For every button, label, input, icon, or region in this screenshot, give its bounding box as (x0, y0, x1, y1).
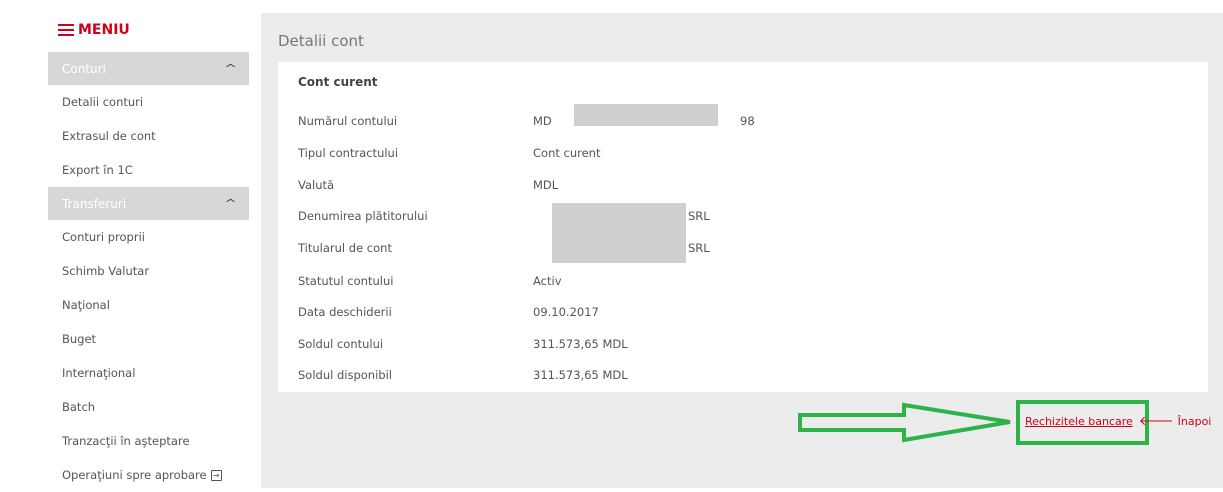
menu-toggle[interactable]: MENIU (58, 16, 130, 44)
sidebar-item-national[interactable]: Naţional (48, 288, 249, 322)
redacted-block (574, 104, 718, 126)
bank-requisites-link[interactable]: Rechizitele bancare (1025, 415, 1133, 428)
sidebar-item-schimb-valutar[interactable]: Schimb Valutar (48, 254, 249, 288)
menu-label: MENIU (78, 22, 130, 38)
sidebar-item-extrasul-de-cont[interactable]: Extrasul de cont (48, 119, 249, 153)
sidebar-item-international[interactable]: Internaţional (48, 356, 249, 390)
row-value-suffix: 98 (740, 114, 755, 128)
chevron-up-icon: ^ (223, 62, 237, 75)
back-link[interactable]: Înapoi (1178, 415, 1212, 428)
action-links: Rechizitele bancare 🡐 Înapoi (1025, 413, 1211, 429)
annotation-arrow (798, 402, 1011, 443)
page-title: Detalii cont (278, 32, 364, 50)
account-details-card: Cont curent Numărul contului MD 98 Tipul… (278, 62, 1208, 392)
external-link-icon: → (210, 469, 222, 481)
row-value: MD (533, 114, 552, 128)
sidebar: Conturi ^ Detalii conturi Extrasul de co… (48, 52, 249, 492)
sidebar-item-conturi-proprii[interactable]: Conturi proprii (48, 220, 249, 254)
redacted-block (552, 203, 686, 263)
chevron-up-icon: ^ (223, 197, 237, 210)
sidebar-section-conturi[interactable]: Conturi ^ (48, 52, 249, 85)
card-title: Cont curent (298, 75, 378, 89)
sidebar-item-tranzactii-asteptare[interactable]: Tranzacţii în aşteptare (48, 424, 249, 458)
sidebar-item-export-1c[interactable]: Export în 1C (48, 153, 249, 187)
back-arrow-icon[interactable]: 🡐 (1139, 413, 1174, 429)
row-label: Numărul contului (298, 114, 398, 128)
sidebar-item-buget[interactable]: Buget (48, 322, 249, 356)
sidebar-section-transferuri[interactable]: Transferuri ^ (48, 187, 249, 220)
sidebar-item-operatiuni-aprobare[interactable]: Operaţiuni spre aprobare → (48, 458, 249, 492)
hamburger-icon (58, 23, 74, 37)
sidebar-item-batch[interactable]: Batch (48, 390, 249, 424)
sidebar-item-detalii-conturi[interactable]: Detalii conturi (48, 85, 249, 119)
